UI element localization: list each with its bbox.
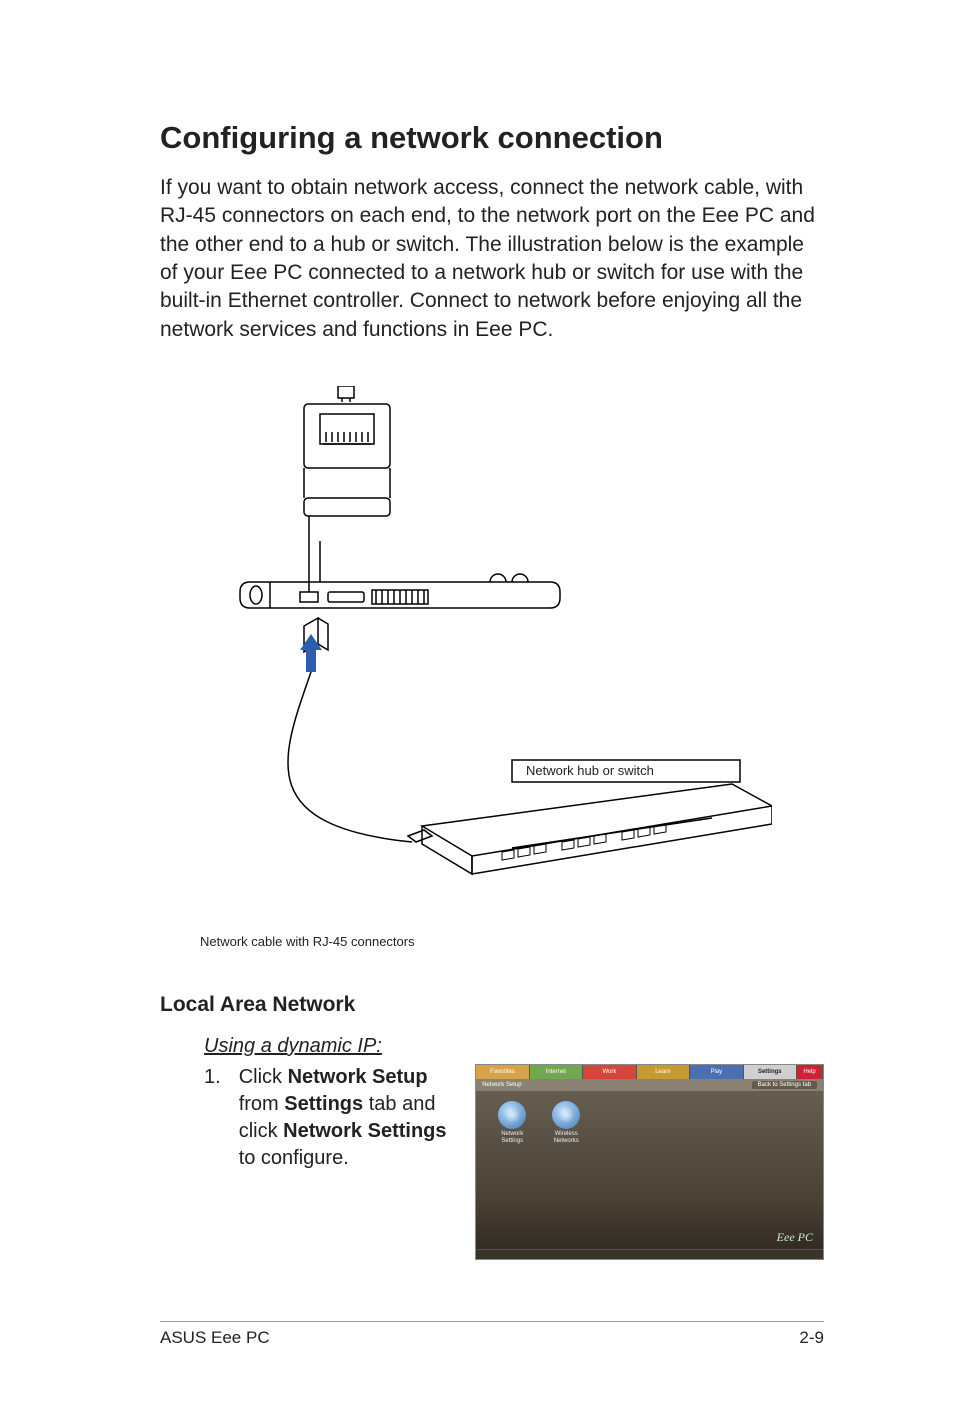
tab-internet: Internet	[530, 1065, 583, 1079]
globe-icon	[498, 1101, 526, 1129]
screenshot-tab-bar: Favorites Internet Work Learn Play Setti…	[476, 1065, 823, 1079]
screenshot-taskbar	[476, 1249, 823, 1259]
back-to-settings-button: Back to Settings tab	[752, 1081, 817, 1089]
screenshot-subheader: Network Setup Back to Settings tab	[476, 1079, 823, 1091]
tab-play: Play	[690, 1065, 743, 1079]
eee-pc-logo: Eee PC	[777, 1230, 813, 1245]
icon-wireless-networks: WirelessNetworks	[546, 1101, 586, 1144]
globe-icon	[552, 1101, 580, 1129]
cable-caption: Network cable with RJ-45 connectors	[200, 934, 824, 949]
section-heading-lan: Local Area Network	[160, 993, 824, 1017]
screenshot-network-setup: Favorites Internet Work Learn Play Setti…	[475, 1064, 824, 1260]
tab-work: Work	[583, 1065, 636, 1079]
page-title: Configuring a network connection	[160, 120, 824, 156]
tab-help: Help	[797, 1065, 823, 1079]
screenshot-subtitle: Network Setup	[482, 1082, 521, 1088]
footer-left: ASUS Eee PC	[160, 1328, 270, 1348]
step-text: Click Network Setup from Settings tab an…	[239, 1064, 458, 1172]
network-diagram: Network hub or switch	[212, 386, 772, 906]
icon-network-settings: NetworkSettings	[492, 1101, 532, 1144]
step-number: 1.	[204, 1064, 221, 1172]
tab-favorites: Favorites	[476, 1065, 529, 1079]
footer-page-number: 2-9	[799, 1328, 824, 1348]
subsection-heading-dynamic-ip: Using a dynamic IP:	[204, 1035, 824, 1058]
tab-settings: Settings	[744, 1065, 797, 1079]
tab-learn: Learn	[637, 1065, 690, 1079]
step-1: 1. Click Network Setup from Settings tab…	[204, 1064, 457, 1172]
hub-label: Network hub or switch	[526, 763, 654, 778]
intro-paragraph: If you want to obtain network access, co…	[160, 174, 824, 344]
